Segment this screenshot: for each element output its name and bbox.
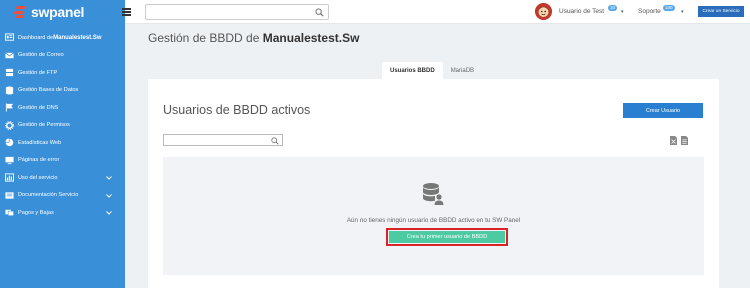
sidebar-item-label: Gestión de Correo (18, 52, 64, 59)
sidebar-item-correo[interactable]: Gestión de Correo (0, 47, 125, 65)
chevron-down-icon (106, 193, 112, 198)
logo[interactable]: swpanel (0, 0, 125, 24)
chevron-down-icon (106, 211, 112, 215)
flag-icon (4, 103, 14, 113)
sidebar: swpanel Dashboard de Manualestest.Sw Ges… (0, 0, 125, 288)
sidebar-item-label: Estadísticas Web (18, 139, 62, 146)
page-title-prefix: Gestión de BBDD de (148, 31, 263, 45)
pie-chart-icon (4, 138, 14, 148)
sidebar-item-label: Gestión de DNS (18, 104, 59, 111)
document-icon (4, 190, 14, 200)
hamburger-menu-icon[interactable] (122, 8, 131, 16)
sidebar-item-bases-datos[interactable]: Gestión Bases de Datos (0, 82, 125, 100)
sidebar-item-label: Pagos y Bajas (18, 209, 54, 216)
cta-highlight: Crea tu primer usuario de BBDD (386, 228, 508, 246)
sidebar-item-label: Documentación Servicio (18, 192, 79, 199)
payments-icon (4, 208, 14, 218)
search-icon[interactable] (315, 8, 324, 17)
sidebar-item-label: Gestión de FTP (18, 69, 58, 76)
empty-message: Aún no tienes ningún usuario de BBDD act… (346, 217, 521, 224)
sidebar-item-label: Gestión de Permisos (18, 122, 70, 129)
create-service-button[interactable]: Crear un Servicio (698, 6, 744, 17)
sidebar-item-label: Dashboard de (18, 34, 54, 41)
database-user-icon (423, 183, 444, 205)
tab-bar: Usuarios BBDD MariaDB (382, 62, 482, 79)
gear-icon (4, 120, 14, 130)
chevron-down-icon (106, 176, 112, 180)
global-search-field[interactable] (150, 11, 310, 23)
sidebar-item-dns[interactable]: Gestión de DNS (0, 99, 125, 117)
user-menu[interactable]: Usuario de Test (559, 8, 604, 15)
swpanel-logo-icon (13, 6, 28, 18)
sidebar-item-estadisticas[interactable]: Estadísticas Web (0, 134, 125, 152)
dashboard-icon (4, 33, 14, 43)
export-document-icon[interactable] (681, 136, 688, 145)
users-search-field[interactable] (167, 142, 267, 152)
page-title: Gestión de BBDD de Manualestest.Sw (148, 31, 359, 45)
sidebar-item-label: Páginas de error (18, 157, 60, 164)
sidebar-item-paginas-error[interactable]: Páginas de error (0, 152, 125, 170)
database-icon (4, 85, 14, 95)
mail-icon (4, 50, 14, 60)
search-icon[interactable] (271, 136, 279, 145)
support-menu[interactable]: Soporte (638, 8, 661, 15)
user-badge: 10 (608, 5, 618, 11)
sidebar-item-uso-servicio[interactable]: Uso del servicio (0, 169, 125, 187)
panel-title: Usuarios de BBDD activos (163, 103, 311, 117)
monitor-icon (4, 155, 14, 165)
brand-name: swpanel (31, 4, 85, 20)
export-excel-icon[interactable] (670, 136, 677, 145)
create-user-button[interactable]: Crear Usuario (623, 103, 703, 118)
sidebar-item-label: Uso del servicio (18, 174, 58, 181)
caret-down-icon[interactable]: ▾ (621, 9, 624, 15)
usage-icon (4, 173, 14, 183)
sidebar-item-label: Gestión Bases de Datos (18, 87, 79, 94)
sidebar-item-documentacion[interactable]: Documentación Servicio (0, 187, 125, 205)
avatar[interactable] (535, 3, 552, 20)
sidebar-item-dashboard[interactable]: Dashboard de Manualestest.Sw (0, 29, 125, 47)
page-title-domain: Manualestest.Sw (262, 31, 360, 45)
tab-usuarios-bbdd[interactable]: Usuarios BBDD (382, 62, 443, 79)
users-search-input[interactable] (163, 134, 283, 152)
sidebar-item-ftp[interactable]: Gestión de FTP (0, 64, 125, 82)
caret-down-icon[interactable]: ▾ (681, 9, 684, 15)
server-icon (4, 68, 14, 78)
sidebar-item-pagos[interactable]: Pagos y Bajas (0, 204, 125, 222)
sidebar-item-domain: Manualestest.Sw (53, 34, 102, 41)
sidebar-item-permisos[interactable]: Gestión de Permisos (0, 117, 125, 135)
empty-state: Aún no tienes ningún usuario de BBDD act… (163, 157, 704, 275)
global-search-input[interactable] (145, 4, 329, 23)
users-panel: Usuarios de BBDD activos Crear Usuario A… (148, 79, 719, 288)
create-first-user-button[interactable]: Crea tu primer usuario de BBDD (389, 231, 505, 243)
support-badge: 100 (663, 5, 675, 11)
tab-mariadb[interactable]: MariaDB (443, 62, 482, 79)
